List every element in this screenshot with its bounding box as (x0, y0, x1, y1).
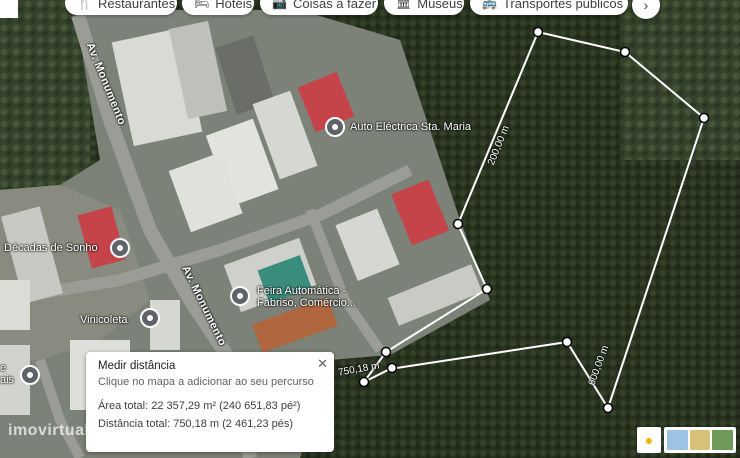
chip-hotels[interactable]: 🛏 Hotéis (182, 0, 254, 15)
poi-pin[interactable] (140, 308, 160, 328)
measure-vertex[interactable] (386, 362, 398, 374)
restaurant-icon: 🍴 (77, 0, 92, 10)
poi-label-decadas[interactable]: Décadas de Sonho (4, 242, 98, 254)
hotel-icon: 🛏 (194, 0, 210, 10)
chip-label: Transportes públicos (502, 0, 624, 11)
building (0, 280, 30, 330)
category-chips: 🍴 Restaurantes 🛏 Hotéis 📷 Coisas a fazer… (0, 0, 740, 17)
measure-distance-panel: ✕ Medir distância Clique no mapa a adici… (86, 352, 334, 452)
chip-transit[interactable]: 🚌 Transportes públicos (470, 0, 628, 15)
poi-label-feira-2[interactable]: Fabriso, Comércio... (257, 297, 356, 309)
panel-hint: Clique no mapa a adicionar ao seu percur… (98, 376, 314, 388)
chip-restaurants[interactable]: 🍴 Restaurantes (65, 0, 177, 15)
layers-control[interactable] (664, 427, 736, 453)
measure-vertex[interactable] (380, 346, 392, 358)
camera-icon: 📷 (272, 0, 287, 10)
poi-pin-icon (237, 293, 243, 299)
poi-pin-icon (27, 372, 33, 378)
chip-label: Coisas a fazer (292, 0, 377, 11)
chip-label: Hotéis (215, 0, 253, 11)
poi-pin[interactable] (230, 286, 250, 306)
watermark-logo: imovirtual (8, 422, 90, 439)
measure-vertex[interactable] (481, 283, 493, 295)
transit-icon: 🚌 (482, 0, 497, 10)
poi-pin[interactable] (110, 238, 130, 258)
poi-pin-icon (117, 245, 123, 251)
layer-thumb[interactable] (667, 430, 688, 450)
forest-area-northeast (620, 0, 740, 160)
measure-vertex[interactable] (532, 26, 544, 38)
layer-thumb[interactable] (712, 430, 734, 450)
measure-vertex[interactable] (452, 218, 464, 230)
chip-museums[interactable]: 🏛 Museus (384, 0, 464, 15)
poi-label-feira-1[interactable]: Feira Automática - (257, 285, 346, 297)
total-area: Área total: 22 357,29 m² (240 651,83 pé²… (98, 400, 301, 412)
pegman-icon[interactable]: ● (637, 427, 661, 453)
poi-pin[interactable] (325, 117, 345, 137)
poi-label-vinicoleta[interactable]: Vinicoleta (80, 314, 128, 326)
poi-pin-icon (332, 124, 338, 130)
measure-vertex[interactable] (619, 46, 631, 58)
measure-vertex[interactable] (698, 112, 710, 124)
close-icon[interactable]: ✕ (317, 356, 328, 372)
chip-things-to-do[interactable]: 📷 Coisas a fazer (260, 0, 378, 15)
chip-label: Museus (417, 0, 463, 11)
poi-pin[interactable] (20, 365, 40, 385)
total-distance: Distância total: 750,18 m (2 461,23 pés) (98, 418, 294, 430)
panel-title: Medir distância (98, 360, 176, 372)
poi-label-partial: e (0, 362, 7, 374)
museum-icon: 🏛 (396, 0, 412, 10)
poi-label-partial-2: ais (0, 374, 15, 386)
chevron-right-icon: › (643, 0, 649, 13)
measure-vertex[interactable] (602, 402, 614, 414)
measure-vertex[interactable] (358, 376, 370, 388)
layer-thumb[interactable] (689, 430, 711, 450)
poi-label-auto-electrica[interactable]: Auto Eléctrica Sta. Maria (350, 121, 471, 133)
measure-vertex[interactable] (561, 336, 573, 348)
poi-pin-icon (147, 315, 153, 321)
chip-label: Restaurantes (97, 0, 176, 11)
